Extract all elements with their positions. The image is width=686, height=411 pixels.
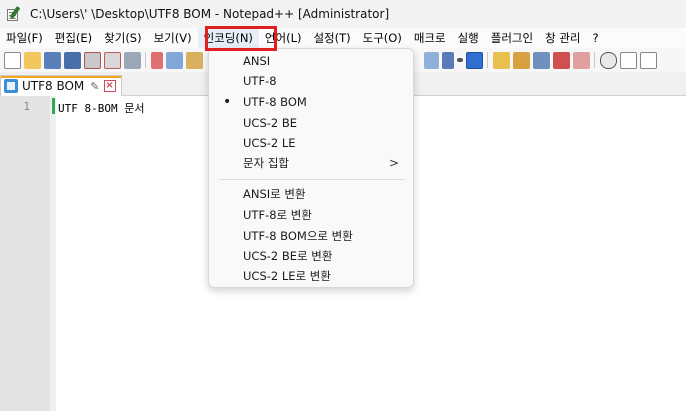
menu-search[interactable]: 찾기(S) bbox=[98, 28, 147, 48]
tab-active-indicator bbox=[1, 76, 121, 78]
line-number: 1 bbox=[23, 100, 30, 113]
open-file-icon[interactable] bbox=[23, 51, 41, 69]
dropdown-arrow-icon[interactable] bbox=[456, 58, 463, 62]
menu-item-label: UCS-2 BE로 변환 bbox=[243, 249, 333, 263]
pin-icon[interactable]: ✎ bbox=[90, 80, 99, 93]
paste-icon[interactable] bbox=[185, 51, 203, 69]
stop-macro-icon[interactable] bbox=[639, 51, 657, 69]
cut-icon[interactable] bbox=[150, 51, 163, 69]
menu-item-character-sets[interactable]: 문자 집합 > bbox=[209, 153, 413, 173]
encoding-dropdown-menu: ANSI UTF-8 • UTF-8 BOM UCS-2 BE UCS-2 LE… bbox=[208, 48, 414, 288]
menu-help[interactable]: ? bbox=[586, 28, 604, 48]
menu-item-convert-utf8-bom[interactable]: UTF-8 BOM으로 변환 bbox=[209, 226, 413, 246]
tab-utf8-bom[interactable]: UTF8 BOM ✎ × bbox=[0, 75, 122, 96]
window-title: C:\Users\' \Desktop\UTF8 BOM - Notepad++… bbox=[30, 7, 390, 21]
print-icon[interactable] bbox=[123, 51, 141, 69]
menu-settings[interactable]: 설정(T) bbox=[307, 28, 356, 48]
menu-item-label: UCS-2 BE bbox=[243, 116, 298, 130]
tab-label: UTF8 BOM bbox=[22, 79, 85, 93]
menu-item-label: UTF-8 BOM bbox=[243, 95, 307, 109]
menu-item-label: UTF-8 BOM으로 변환 bbox=[243, 229, 353, 243]
menu-bar: 파일(F) 편집(E) 찾기(S) 보기(V) 인코딩(N) 언어(L) 설정(… bbox=[0, 28, 686, 48]
menu-tools[interactable]: 도구(O) bbox=[357, 28, 408, 48]
wrap-icon[interactable] bbox=[423, 51, 439, 69]
menu-item-convert-ucs2-le[interactable]: UCS-2 LE로 변환 bbox=[209, 266, 413, 286]
menu-window[interactable]: 창 관리 bbox=[539, 28, 586, 48]
menu-run[interactable]: 실행 bbox=[452, 28, 485, 48]
menu-language[interactable]: 언어(L) bbox=[259, 28, 308, 48]
close-icon[interactable]: × bbox=[103, 80, 116, 92]
menu-item-label: UTF-8 bbox=[243, 74, 277, 88]
menu-item-label: ANSI bbox=[243, 54, 271, 68]
notepad-icon bbox=[6, 6, 22, 22]
menu-item-label: 문자 집합 bbox=[243, 156, 289, 170]
menu-item-convert-utf8[interactable]: UTF-8로 변환 bbox=[209, 205, 413, 225]
toolbar-separator bbox=[594, 52, 595, 68]
copy-icon[interactable] bbox=[165, 51, 183, 69]
close-file-icon[interactable] bbox=[83, 51, 101, 69]
menu-edit[interactable]: 편집(E) bbox=[49, 28, 98, 48]
toolbar-right bbox=[414, 48, 686, 72]
close-all-icon[interactable] bbox=[103, 51, 121, 69]
selected-bullet-icon: • bbox=[223, 94, 232, 110]
menu-view[interactable]: 보기(V) bbox=[148, 28, 198, 48]
fold-margin bbox=[50, 96, 56, 411]
menu-item-utf8[interactable]: UTF-8 bbox=[209, 71, 413, 91]
menu-item-label: ANSI로 변환 bbox=[243, 187, 306, 201]
menu-separator bbox=[219, 179, 405, 180]
file-saved-icon bbox=[4, 79, 18, 93]
folder-icon[interactable] bbox=[572, 51, 590, 69]
toolbar-separator bbox=[487, 52, 488, 68]
menu-plugins[interactable]: 플러그인 bbox=[485, 28, 539, 48]
menu-item-ucs2-be[interactable]: UCS-2 BE bbox=[209, 113, 413, 133]
save-all-icon[interactable] bbox=[63, 51, 81, 69]
chevron-right-icon: > bbox=[388, 156, 399, 170]
folder-workspace-icon[interactable] bbox=[532, 51, 550, 69]
menu-item-label: UCS-2 LE bbox=[243, 136, 296, 150]
record-macro-icon[interactable] bbox=[619, 51, 637, 69]
menu-item-ucs2-le[interactable]: UCS-2 LE bbox=[209, 133, 413, 153]
menu-macro[interactable]: 매크로 bbox=[408, 28, 452, 48]
menu-item-label: UCS-2 LE로 변환 bbox=[243, 269, 331, 283]
title-bar: C:\Users\' \Desktop\UTF8 BOM - Notepad++… bbox=[0, 0, 686, 28]
line-number-gutter bbox=[0, 96, 50, 411]
menu-item-convert-ansi[interactable]: ANSI로 변환 bbox=[209, 184, 413, 204]
menu-item-convert-ucs2-be[interactable]: UCS-2 BE로 변환 bbox=[209, 246, 413, 266]
toolbar-separator bbox=[145, 52, 146, 68]
show-all-chars-icon[interactable] bbox=[441, 51, 454, 69]
menu-item-ansi[interactable]: ANSI bbox=[209, 51, 413, 71]
menu-encoding[interactable]: 인코딩(N) bbox=[197, 28, 259, 48]
save-icon[interactable] bbox=[43, 51, 61, 69]
change-history-marker bbox=[52, 98, 55, 114]
menu-file[interactable]: 파일(F) bbox=[0, 28, 49, 48]
new-file-icon[interactable] bbox=[3, 51, 21, 69]
eye-icon[interactable] bbox=[599, 51, 617, 69]
document-map-icon[interactable] bbox=[492, 51, 510, 69]
indent-guide-icon[interactable] bbox=[465, 51, 483, 69]
menu-item-utf8-bom[interactable]: • UTF-8 BOM bbox=[209, 92, 413, 112]
monitoring-icon[interactable] bbox=[552, 51, 570, 69]
function-list-icon[interactable] bbox=[512, 51, 530, 69]
code-line[interactable]: UTF 8-BOM 문서 bbox=[58, 100, 144, 116]
menu-item-label: UTF-8로 변환 bbox=[243, 208, 312, 222]
